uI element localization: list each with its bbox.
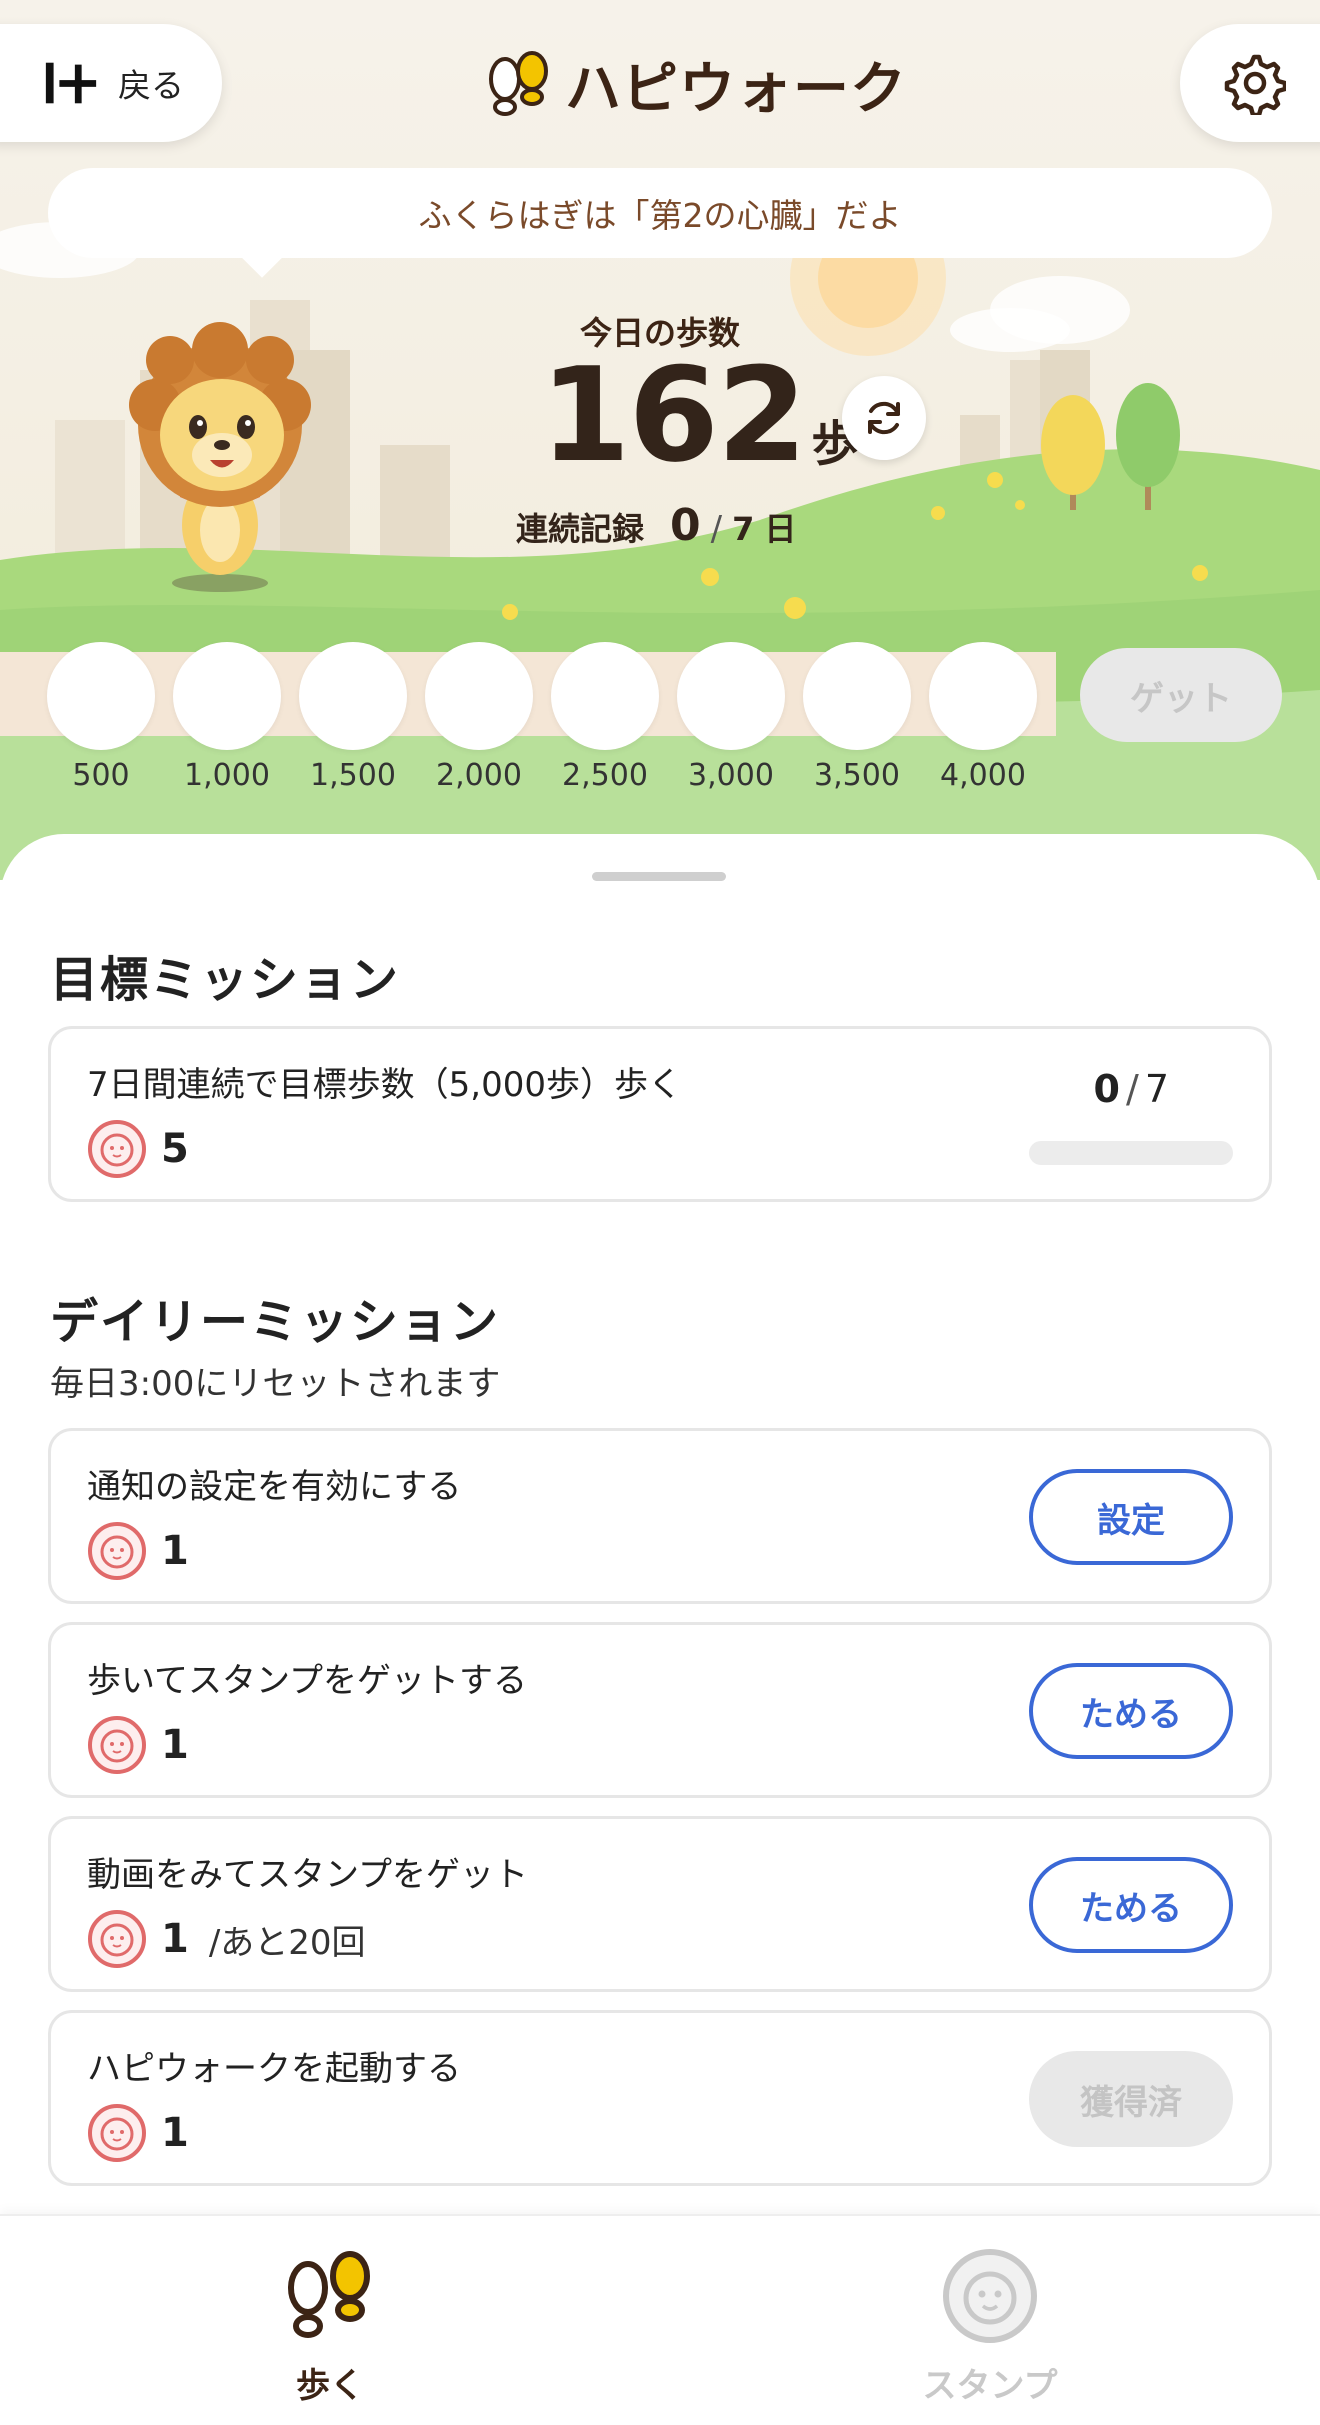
milestone-slot (551, 642, 659, 750)
milestone-slot (803, 642, 911, 750)
get-stamp-button[interactable]: ゲット (1080, 648, 1282, 742)
tab-walk[interactable]: 歩く (180, 2246, 480, 2416)
tip-bubble: ふくらはぎは「第2の心臓」だよ (48, 168, 1272, 258)
milestone-label: 2,500 (562, 758, 648, 793)
lion-mascot (129, 322, 311, 592)
milestone-label: 1,000 (184, 758, 270, 793)
milestone-label: 3,000 (688, 758, 774, 793)
streak-total: 7 (732, 510, 755, 548)
settings-action-button[interactable]: 設定 (1029, 1469, 1233, 1565)
goal-mission-card: 7日間連続で目標歩数（5,000歩）歩く 5 0 / 7 (48, 1026, 1272, 1202)
missions-sheet: 目標ミッション 7日間連続で目標歩数（5,000歩）歩く 5 0 / 7 デイリ… (0, 834, 1320, 2214)
step-count-value: 162 (540, 339, 807, 491)
mission-title: 歩いてスタンプをゲットする (87, 1661, 527, 1701)
reward-count: 1 (161, 1916, 189, 1962)
app-title-text: ハピウォーク (565, 56, 907, 122)
acquired-status-button: 獲得済 (1029, 2051, 1233, 2147)
goal-mission-title: 目標ミッション (50, 952, 401, 1008)
mission-reward: 1 (87, 1715, 189, 1775)
lion-stamp-icon (88, 1910, 146, 1968)
hero-area: 戻る ハピウォーク ふくらはぎは「第2の心臓」だよ 今日の歩数 162 歩 連続… (0, 0, 1320, 880)
gear-icon (1224, 54, 1286, 115)
back-label: 戻る (118, 66, 184, 105)
mission-reward: 1 (87, 1521, 189, 1581)
mission-title: 通知の設定を有効にする (87, 1467, 462, 1507)
daily-mission-subtitle: 毎日3:00にリセットされます (50, 1364, 501, 1404)
milestone-slot (173, 642, 281, 750)
refresh-button[interactable] (842, 376, 926, 460)
tab-stamp[interactable]: スタンプ (840, 2246, 1140, 2416)
milestone-slot (677, 642, 785, 750)
settings-button[interactable] (1180, 24, 1320, 142)
mission-title: 7日間連続で目標歩数（5,000歩）歩く (87, 1065, 682, 1105)
reward-count: 1 (161, 1722, 189, 1768)
daily-mission-card: 通知の設定を有効にする 1 設定 (48, 1428, 1272, 1604)
lion-stamp-icon (88, 2104, 146, 2162)
app-mark-icon (45, 62, 97, 104)
mission-progress-text: 0 / 7 (1094, 1067, 1169, 1111)
mission-title: 動画をみてスタンプをゲット (87, 1855, 528, 1895)
reward-count: 1 (161, 1528, 189, 1574)
milestone-slot (929, 642, 1037, 750)
mission-progress-bar (1029, 1141, 1233, 1165)
daily-mission-card: 動画をみてスタンプをゲット 1 /あと20回 ためる (48, 1816, 1272, 1992)
tip-text: ふくらはぎは「第2の心臓」だよ (418, 196, 902, 235)
remaining-count: /あと20回 (208, 1922, 366, 1963)
streak-unit: 日 (764, 510, 797, 548)
milestone-label: 1,500 (310, 758, 396, 793)
milestone-slot (47, 642, 155, 750)
mission-reward: 1 /あと20回 (87, 1909, 366, 1969)
bottom-tab-bar: 歩く スタンプ (0, 2214, 1320, 2425)
milestone-slot (299, 642, 407, 750)
lion-stamp-icon (88, 1716, 146, 1774)
progress-separator: / (1126, 1067, 1139, 1111)
lion-stamp-icon (943, 2249, 1037, 2343)
lion-stamp-icon (88, 1120, 146, 1178)
step-count: 162 歩 (540, 350, 860, 490)
sheet-drag-handle[interactable] (592, 872, 726, 881)
progress-current: 0 (1093, 1067, 1120, 1111)
reward-count: 5 (161, 1126, 189, 1172)
mission-reward: 1 (87, 2103, 189, 2163)
streak-current: 0 (670, 500, 701, 551)
milestone-label: 3,500 (814, 758, 900, 793)
footprints-icon (288, 2251, 370, 2338)
reward-count: 1 (161, 2110, 189, 2156)
daily-mission-card: 歩いてスタンプをゲットする 1 ためる (48, 1622, 1272, 1798)
daily-mission-card: ハピウォークを起動する 1 獲得済 (48, 2010, 1272, 2186)
daily-mission-title: デイリーミッション (50, 1294, 501, 1350)
progress-total: 7 (1144, 1067, 1169, 1111)
milestone-slot (425, 642, 533, 750)
back-button[interactable]: 戻る (0, 24, 222, 142)
streak-label: 連続記録 (516, 510, 645, 548)
footprints-logo-icon (489, 51, 548, 116)
mission-reward: 5 (87, 1119, 189, 1179)
mission-title: ハピウォークを起動する (87, 2049, 461, 2089)
milestone-label: 4,000 (940, 758, 1026, 793)
app-title: ハピウォーク (485, 46, 907, 122)
lion-stamp-icon (88, 1522, 146, 1580)
streak-separator: / (710, 509, 723, 549)
collect-action-button[interactable]: ためる (1029, 1663, 1233, 1759)
collect-action-button[interactable]: ためる (1029, 1857, 1233, 1953)
milestone-label: 500 (72, 758, 130, 793)
refresh-icon (868, 401, 900, 435)
tab-walk-label: 歩く (296, 2366, 364, 2406)
milestone-label: 2,000 (436, 758, 522, 793)
tab-stamp-label: スタンプ (922, 2366, 1058, 2406)
streak-record: 連続記録 0 / 7 日 (516, 500, 796, 560)
